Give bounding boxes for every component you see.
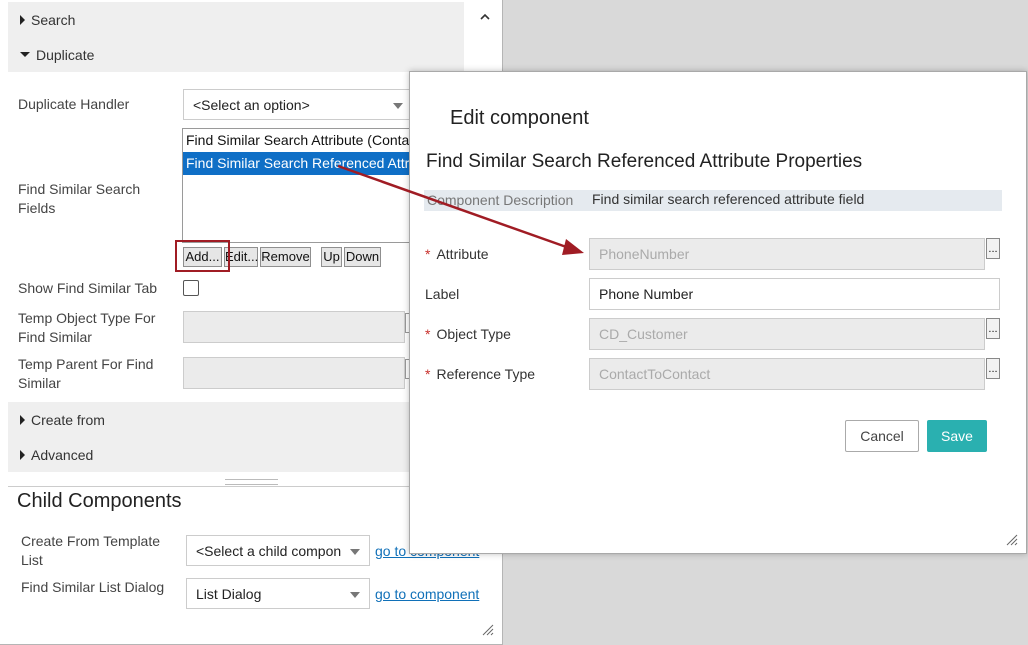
divider	[8, 486, 412, 487]
duplicate-handler-label: Duplicate Handler	[18, 96, 130, 112]
label-value: Phone Number	[599, 286, 694, 302]
object-type-input: CD_Customer	[589, 318, 985, 350]
reference-type-label-text: Reference Type	[436, 366, 536, 382]
section-advanced-label: Advanced	[31, 446, 94, 463]
object-type-label: * Object Type	[425, 326, 511, 342]
find-similar-search-fields-list[interactable]: Find Similar Search Attribute (Contact F…	[182, 128, 422, 243]
attribute-label-text: Attribute	[436, 246, 489, 262]
object-type-label-text: Object Type	[436, 326, 511, 342]
dialog-subtitle: Find Similar Search Referenced Attribute…	[426, 151, 863, 172]
caret-down-icon	[20, 52, 30, 57]
remove-button[interactable]: Remove	[260, 247, 311, 267]
splitter-handle[interactable]	[225, 479, 278, 485]
create-from-template-label: Create From Template List	[21, 533, 161, 568]
down-button[interactable]: Down	[344, 247, 381, 267]
caret-right-icon	[20, 14, 25, 25]
section-create-from[interactable]: Create from	[8, 402, 464, 437]
find-similar-list-dialog-label: Find Similar List Dialog	[21, 579, 165, 595]
reference-type-label: * Reference Type	[425, 366, 535, 382]
find-similar-search-fields-label: Find Similar Search Fields	[18, 181, 141, 216]
chevron-down-icon	[393, 103, 403, 109]
caret-right-icon	[20, 414, 25, 425]
duplicate-handler-value: <Select an option>	[193, 96, 310, 113]
object-type-value: CD_Customer	[599, 326, 688, 342]
attribute-input: PhoneNumber	[589, 238, 985, 270]
required-marker: *	[425, 246, 431, 262]
list-item-selected[interactable]: Find Similar Search Referenced Attrib	[183, 152, 421, 175]
object-type-browse-button[interactable]: ...	[986, 318, 1000, 339]
find-similar-list-dialog-select[interactable]: List Dialog	[186, 578, 370, 609]
attribute-label: * Attribute	[425, 246, 489, 262]
child-components-title: Child Components	[17, 490, 182, 512]
resize-grip-icon[interactable]	[482, 624, 494, 636]
annotation-highlight-box	[175, 240, 230, 272]
caret-right-icon	[20, 449, 25, 460]
label-input[interactable]: Phone Number	[589, 278, 1000, 310]
chevron-down-icon	[350, 592, 360, 598]
chevron-down-icon	[350, 549, 360, 555]
section-search-label: Search	[31, 11, 76, 28]
component-description-row: Component Description Find similar searc…	[424, 190, 1002, 211]
show-find-similar-tab-checkbox[interactable]	[183, 280, 199, 296]
attribute-browse-button[interactable]: ...	[986, 238, 1000, 259]
dialog-title: Edit component	[450, 107, 589, 129]
create-from-template-value: <Select a child compon	[196, 542, 342, 559]
up-button[interactable]: Up	[321, 247, 342, 267]
save-button[interactable]: Save	[927, 420, 987, 452]
reference-type-input: ContactToContact	[589, 358, 985, 390]
section-advanced[interactable]: Advanced	[8, 437, 464, 472]
cancel-button[interactable]: Cancel	[845, 420, 919, 452]
temp-parent-label: Temp Parent For Find Similar	[18, 356, 154, 391]
show-find-similar-tab-label: Show Find Similar Tab	[18, 280, 158, 296]
temp-object-type-input	[183, 311, 405, 343]
required-marker: *	[425, 326, 431, 342]
create-from-template-select[interactable]: <Select a child compon	[186, 535, 370, 566]
chevron-up-icon[interactable]	[478, 10, 492, 24]
label-field-label: Label	[425, 286, 460, 302]
attribute-value: PhoneNumber	[599, 246, 690, 262]
section-search[interactable]: Search	[8, 2, 464, 37]
required-marker: *	[425, 366, 431, 382]
section-create-from-label: Create from	[31, 411, 105, 428]
reference-type-value: ContactToContact	[599, 366, 711, 382]
list-item[interactable]: Find Similar Search Attribute (Contact	[183, 129, 421, 152]
duplicate-handler-select[interactable]: <Select an option>	[183, 89, 413, 120]
edit-component-dialog: Edit component Find Similar Search Refer…	[409, 71, 1027, 554]
component-description-value: Find similar search referenced attribute…	[592, 191, 865, 207]
temp-object-type-label: Temp Object Type For Find Similar	[18, 310, 156, 345]
resize-grip-icon[interactable]	[1006, 534, 1018, 546]
component-description-label: Component Description	[427, 192, 574, 208]
go-to-component-link[interactable]: go to component	[375, 586, 479, 602]
find-similar-list-dialog-value: List Dialog	[196, 585, 262, 602]
section-duplicate-label: Duplicate	[36, 46, 95, 63]
temp-parent-input	[183, 357, 405, 389]
reference-type-browse-button[interactable]: ...	[986, 358, 1000, 379]
section-duplicate[interactable]: Duplicate	[8, 37, 464, 72]
